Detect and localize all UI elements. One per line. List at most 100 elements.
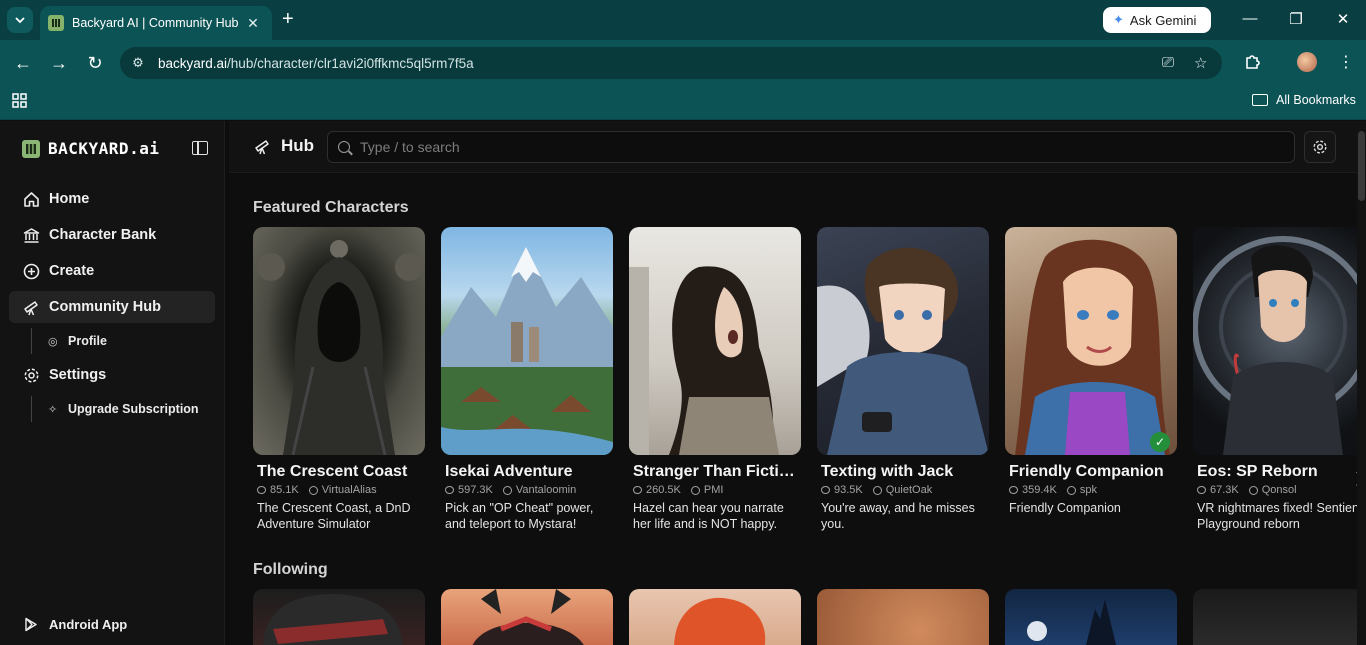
- following-carousel: [253, 589, 1357, 645]
- character-card[interactable]: Stranger Than Ficti… 260.5K PMI Hazel ca…: [629, 227, 801, 532]
- back-arrow-icon[interactable]: ←: [12, 52, 34, 74]
- gear-icon: [22, 366, 40, 384]
- chat-count: 85.1K: [270, 484, 299, 496]
- author-name[interactable]: Qonsol: [1262, 484, 1297, 496]
- bookmarks-bar: All Bookmarks: [0, 86, 1366, 120]
- character-portrait: ✓: [1005, 227, 1177, 455]
- sidebar-item-character-bank[interactable]: Character Bank: [9, 219, 215, 251]
- search-box[interactable]: [327, 131, 1295, 163]
- new-tab-plus-icon[interactable]: +: [282, 9, 294, 29]
- character-description: Hazel can hear you narrate her life and …: [633, 501, 784, 531]
- character-meta: 85.1K VirtualAlias: [257, 484, 425, 496]
- install-app-icon[interactable]: ⎚: [1162, 54, 1174, 71]
- bank-icon: [22, 226, 40, 244]
- character-meta: 67.3K Qonsol: [1197, 484, 1357, 496]
- bookmark-star-icon[interactable]: ☆: [1194, 54, 1207, 72]
- minimize-icon[interactable]: —: [1240, 10, 1260, 27]
- address-bar[interactable]: ⚙ backyard.ai/hub/character/clr1avi2i0ff…: [120, 47, 1222, 79]
- ask-gemini-label: Ask Gemini: [1129, 12, 1197, 28]
- logo-text: BACKYARD.ai: [48, 139, 160, 158]
- author-name[interactable]: Vantaloomin: [516, 484, 576, 496]
- chat-bubble-icon: [1197, 486, 1206, 494]
- browser-tab-active[interactable]: Backyard AI | Community Hub ✕: [40, 6, 272, 40]
- following-card-thumbnail[interactable]: [253, 589, 425, 645]
- reload-icon[interactable]: ↻: [84, 52, 106, 74]
- following-card-thumbnail[interactable]: [441, 589, 613, 645]
- chat-bubble-icon: [633, 486, 642, 494]
- chat-bubble-icon: [257, 486, 266, 494]
- sidebar-item-label: Community Hub: [49, 299, 161, 315]
- plus-circle-icon: [22, 262, 40, 280]
- featured-carousel: The Crescent Coast 85.1K VirtualAlias Th…: [253, 227, 1357, 537]
- author-icon: [1066, 485, 1076, 495]
- sidebar-subitem-profile[interactable]: ◎ Profile: [31, 328, 215, 354]
- following-card-thumbnail[interactable]: [1005, 589, 1177, 645]
- sidebar-item-community-hub[interactable]: Community Hub: [9, 291, 215, 323]
- chat-count: 67.3K: [1210, 484, 1239, 496]
- author-icon: [872, 485, 882, 495]
- gear-icon: [1313, 140, 1327, 154]
- chat-count: 597.3K: [458, 484, 493, 496]
- restore-icon[interactable]: ❐: [1286, 10, 1306, 28]
- sidebar-item-home[interactable]: Home: [9, 183, 215, 215]
- ask-gemini-button[interactable]: ✦ Ask Gemini: [1103, 7, 1211, 33]
- telescope-icon: [22, 298, 40, 316]
- chat-count: 359.4K: [1022, 484, 1057, 496]
- author-name[interactable]: spk: [1080, 484, 1097, 496]
- sidebar-item-create[interactable]: Create: [9, 255, 215, 287]
- sidebar-subitem-label: Profile: [68, 334, 107, 348]
- character-portrait: [253, 227, 425, 455]
- tab-search-button[interactable]: [7, 7, 33, 33]
- profile-avatar[interactable]: [1297, 52, 1317, 72]
- following-card-thumbnail[interactable]: [817, 589, 989, 645]
- gemini-sparkle-icon: ✦: [1113, 12, 1124, 27]
- character-portrait: [441, 227, 613, 455]
- character-description: Pick an "OP Cheat" power, and teleport t…: [445, 501, 594, 531]
- page-title: Hub: [253, 136, 314, 156]
- character-card[interactable]: The Crescent Coast 85.1K VirtualAlias Th…: [253, 227, 425, 532]
- browser-toolbar: ← → ↻ ⚙ backyard.ai/hub/character/clr1av…: [0, 40, 1366, 86]
- search-icon: [338, 141, 350, 153]
- hub-header: Hub: [229, 121, 1357, 173]
- play-store-icon: [22, 615, 40, 633]
- character-card[interactable]: Eos: SP Reborn 67.3K Qonsol VR nightmare…: [1193, 227, 1357, 532]
- character-portrait: [629, 227, 801, 455]
- tab-close-icon[interactable]: ✕: [244, 15, 262, 32]
- apps-grid-icon[interactable]: [12, 93, 27, 113]
- character-card[interactable]: Texting with Jack 93.5K QuietOak You're …: [817, 227, 989, 532]
- sidebar-item-settings[interactable]: Settings: [9, 359, 215, 391]
- android-app-link[interactable]: Android App: [22, 615, 127, 633]
- character-name: Texting with Jack: [821, 463, 954, 480]
- character-description: You're away, and he misses you.: [821, 501, 975, 531]
- search-input[interactable]: [360, 139, 1260, 155]
- character-meta: 260.5K PMI: [633, 484, 801, 496]
- author-name[interactable]: PMI: [704, 484, 724, 496]
- site-info-icon[interactable]: ⚙: [128, 55, 148, 71]
- verified-check-icon: ✓: [1150, 432, 1170, 452]
- close-window-icon[interactable]: ✕: [1333, 10, 1353, 28]
- chat-bubble-icon: [821, 486, 830, 494]
- character-name: Eos: SP Reborn: [1197, 463, 1318, 480]
- forward-arrow-icon[interactable]: →: [48, 52, 70, 74]
- character-name: Stranger Than Ficti…: [633, 463, 795, 480]
- author-icon: [1248, 485, 1258, 495]
- sidebar-subitem-upgrade[interactable]: ✧ Upgrade Subscription: [31, 396, 215, 422]
- following-card-thumbnail[interactable]: [629, 589, 801, 645]
- author-name[interactable]: VirtualAlias: [322, 484, 377, 496]
- all-bookmarks-button[interactable]: All Bookmarks: [1252, 93, 1356, 107]
- backyard-logo[interactable]: BACKYARD.ai: [22, 139, 159, 158]
- page-scrollbar-thumb[interactable]: [1358, 131, 1365, 201]
- character-card[interactable]: Isekai Adventure 597.3K Vantaloomin Pick…: [441, 227, 613, 532]
- character-description: VR nightmares fixed! Sentient Playground…: [1197, 501, 1357, 531]
- author-icon: [690, 485, 700, 495]
- character-meta: 359.4K spk: [1009, 484, 1177, 496]
- user-circle-icon: ◎: [48, 335, 58, 348]
- extensions-puzzle-icon[interactable]: [1244, 52, 1262, 75]
- following-card-thumbnail[interactable]: [1193, 589, 1357, 645]
- hub-settings-button[interactable]: [1304, 131, 1336, 163]
- kebab-menu-icon[interactable]: ⋮: [1338, 52, 1354, 72]
- sidebar-toggle-icon[interactable]: [192, 141, 208, 155]
- page-scrollbar[interactable]: [1357, 121, 1366, 645]
- author-name[interactable]: QuietOak: [886, 484, 932, 496]
- character-card[interactable]: ✓ Friendly Companion 359.4K spk Friendly…: [1005, 227, 1177, 516]
